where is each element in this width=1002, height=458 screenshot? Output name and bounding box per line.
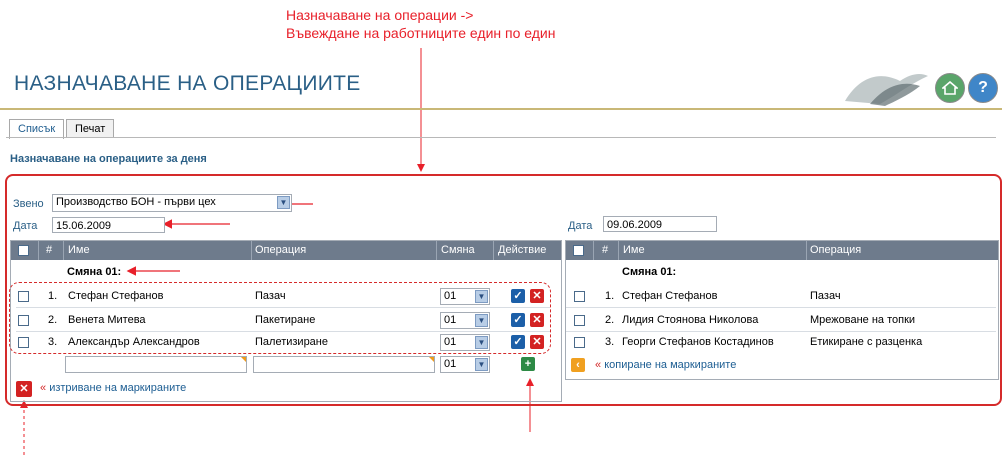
chevron-down-icon[interactable]: ▼ bbox=[475, 358, 488, 371]
row-number: 2. bbox=[605, 314, 615, 326]
delete-marked-icon[interactable]: ✕ bbox=[16, 381, 32, 397]
row-number: 1. bbox=[605, 290, 615, 302]
confirm-icon[interactable]: ✓ bbox=[511, 289, 525, 303]
row-checkbox[interactable] bbox=[574, 291, 585, 302]
page-title: НАЗНАЧАВАНЕ НА ОПЕРАЦИИТЕ bbox=[14, 72, 361, 95]
tab-print[interactable]: Печат bbox=[66, 119, 115, 138]
tabs-divider bbox=[6, 137, 996, 138]
row-checkbox[interactable] bbox=[18, 337, 29, 348]
confirm-icon[interactable]: ✓ bbox=[511, 313, 525, 327]
new-name-input[interactable] bbox=[65, 356, 247, 373]
right-col-name: Име bbox=[623, 244, 645, 256]
chevron-down-icon[interactable]: ▼ bbox=[475, 336, 488, 349]
copy-marked-label[interactable]: копиране на маркираните bbox=[604, 359, 736, 371]
row-number: 2. bbox=[48, 314, 58, 326]
home-button[interactable] bbox=[935, 73, 965, 103]
row-name: Венета Митева bbox=[68, 314, 146, 326]
shift-select[interactable]: 01 ▼ bbox=[440, 288, 490, 305]
shift-select[interactable]: 01 ▼ bbox=[440, 334, 490, 351]
row-operation: Пазач bbox=[255, 290, 286, 302]
chevron-down-icon[interactable]: ▼ bbox=[277, 196, 290, 209]
right-select-all-checkbox[interactable] bbox=[573, 245, 584, 256]
col-operation: Операция bbox=[255, 244, 307, 256]
shift-select-value: 01 bbox=[444, 290, 457, 302]
col-shift: Смяна bbox=[441, 244, 475, 256]
header-divider bbox=[0, 108, 1002, 110]
date-label: Дата bbox=[13, 220, 38, 232]
shift-select-value: 01 bbox=[444, 314, 457, 326]
tab-list[interactable]: Списък bbox=[9, 119, 65, 139]
delete-marked-link[interactable]: « изтриване на маркираните bbox=[40, 382, 186, 394]
home-icon bbox=[942, 81, 958, 95]
delete-icon[interactable]: ✕ bbox=[530, 289, 544, 303]
shift-select-value: 01 bbox=[444, 336, 457, 348]
col-num: # bbox=[46, 244, 53, 256]
confirm-icon[interactable]: ✓ bbox=[511, 335, 525, 349]
row-operation: Мрежоване на топки bbox=[810, 314, 916, 326]
right-col-num: # bbox=[602, 244, 609, 256]
date-input[interactable]: 15.06.2009 bbox=[52, 217, 165, 233]
delete-icon[interactable]: ✕ bbox=[530, 313, 544, 327]
row-name: Стефан Стефанов bbox=[622, 290, 718, 302]
row-operation: Етикиране с разценка bbox=[810, 336, 923, 348]
row-operation: Пакетиране bbox=[255, 314, 316, 326]
col-action: Действие bbox=[498, 244, 547, 256]
unit-select-value: Производство БОН - първи цех bbox=[56, 196, 216, 208]
unit-select[interactable]: Производство БОН - първи цех ▼ bbox=[52, 194, 292, 212]
right-date-input[interactable]: 09.06.2009 bbox=[603, 216, 717, 232]
row-operation: Пазач bbox=[810, 290, 841, 302]
new-operation-input[interactable] bbox=[253, 356, 435, 373]
row-name: Георги Стефанов Костадинов bbox=[622, 336, 774, 348]
delete-marked-label[interactable]: изтриване на маркираните bbox=[49, 382, 186, 394]
right-grid-header: # Име Операция bbox=[566, 241, 998, 260]
right-col-operation: Операция bbox=[810, 244, 862, 256]
chevron-down-icon[interactable]: ▼ bbox=[475, 314, 488, 327]
row-number: 3. bbox=[605, 336, 615, 348]
row-number: 3. bbox=[48, 336, 58, 348]
copy-marked-link[interactable]: « копиране на маркираните bbox=[595, 359, 736, 371]
new-shift-select[interactable]: 01 ▼ bbox=[440, 356, 490, 373]
chevron-down-icon[interactable]: ▼ bbox=[475, 290, 488, 303]
col-name: Име bbox=[68, 244, 90, 256]
shift-select[interactable]: 01 ▼ bbox=[440, 312, 490, 329]
row-name: Лидия Стоянова Николова bbox=[622, 314, 759, 326]
select-all-checkbox[interactable] bbox=[18, 245, 29, 256]
row-checkbox[interactable] bbox=[18, 291, 29, 302]
row-checkbox[interactable] bbox=[18, 315, 29, 326]
row-operation: Палетизиране bbox=[255, 336, 328, 348]
delete-icon[interactable]: ✕ bbox=[530, 335, 544, 349]
add-icon[interactable]: + bbox=[521, 357, 535, 371]
new-shift-value: 01 bbox=[444, 358, 457, 370]
section-subtitle: Назначаване на операциите за деня bbox=[10, 153, 207, 165]
row-name: Александър Александров bbox=[68, 336, 200, 348]
row-checkbox[interactable] bbox=[574, 337, 585, 348]
help-button[interactable]: ? bbox=[968, 73, 998, 103]
header-decoration bbox=[845, 73, 928, 106]
row-name: Стефан Стефанов bbox=[68, 290, 164, 302]
right-date-label: Дата bbox=[568, 220, 593, 232]
row-checkbox[interactable] bbox=[574, 315, 585, 326]
right-shift-group-label: Смяна 01: bbox=[622, 266, 677, 278]
left-grid-header: # Име Операция Смяна Действие bbox=[11, 241, 561, 260]
row-number: 1. bbox=[48, 290, 58, 302]
shift-group-label: Смяна 01: bbox=[67, 266, 122, 278]
copy-marked-icon[interactable]: ‹ bbox=[571, 358, 585, 372]
help-icon: ? bbox=[978, 79, 988, 96]
unit-label: Звено bbox=[13, 198, 44, 210]
